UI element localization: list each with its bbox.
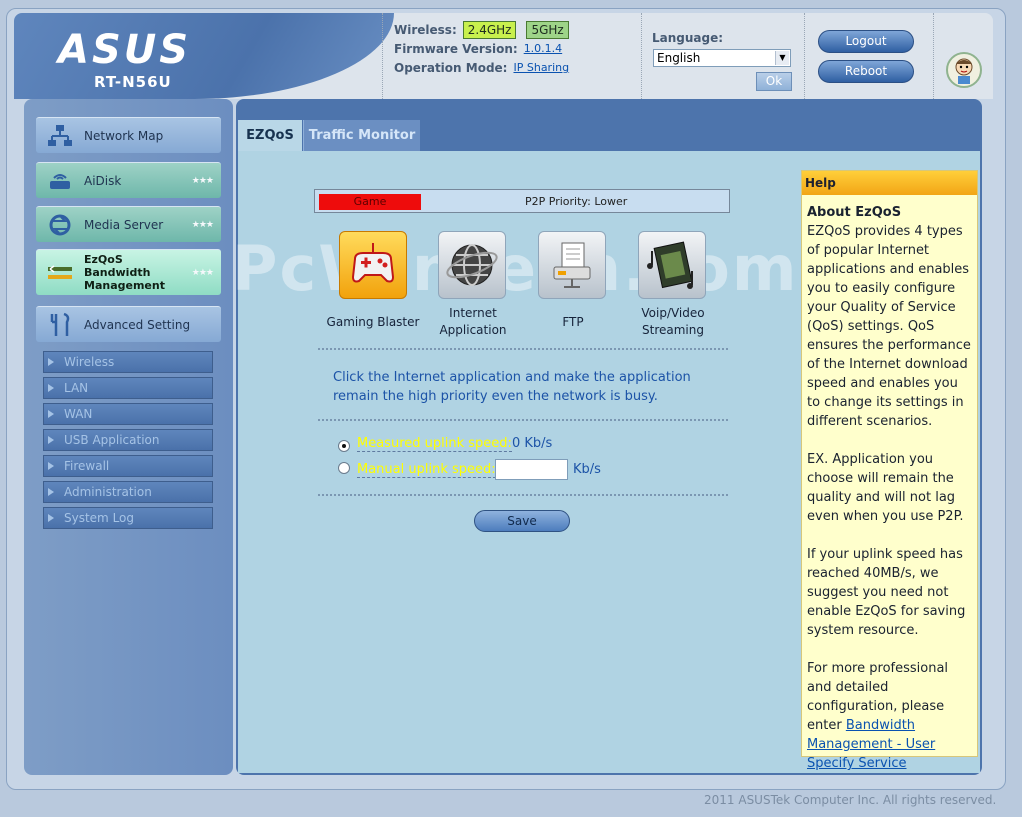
help-panel: Help About EzQoS EZQoS provides 4 types … [801,170,978,771]
user-avatar-icon [946,52,982,88]
film-music-icon [647,241,693,289]
sidebar-item-aidisk[interactable]: AiDisk ★★★ [36,162,221,198]
model-name: RT-N56U [94,73,172,91]
measured-uplink-label: Measured uplink speed: [357,436,512,452]
router-icon [46,167,74,195]
sidebar-item-media-server[interactable]: Media Server ★★★ [36,206,221,242]
bandwidth-icon [46,259,74,287]
copyright-footer: 2011 ASUSTek Computer Inc. All rights re… [704,793,997,807]
sidebar-item-network-map[interactable]: Network Map [36,117,221,153]
measured-uplink-radio[interactable] [338,440,350,452]
wireless-label: Wireless: [394,22,457,37]
subitem-label: Administration [64,485,152,499]
tab-ezqos[interactable]: EZQoS [238,120,302,151]
divider [318,348,728,350]
tools-icon [46,311,74,339]
stars-icon: ★★★ [191,267,214,278]
help-paragraph: EZQoS provides 4 types of popular Intern… [807,224,971,429]
subitem-label: Wireless [64,355,115,369]
manual-uplink-label: Manual uplink speed: [357,462,496,478]
band-5ghz-badge[interactable]: 5GHz [526,20,569,39]
header-divider [804,13,805,99]
sidebar-subitem-wireless[interactable]: Wireless [43,351,213,373]
divider [318,494,728,496]
arrow-right-icon [48,462,54,470]
gaming-blaster-button[interactable] [339,231,407,299]
subitem-label: System Log [64,511,134,525]
reboot-button[interactable]: Reboot [818,60,914,83]
language-select[interactable]: English ▼ [653,49,791,67]
watermark: PcWinTech.com [232,232,799,305]
band-24ghz-badge[interactable]: 2.4GHz [462,20,517,39]
divider [318,419,728,421]
chevron-down-icon[interactable]: ▼ [775,51,789,65]
header-divider [382,13,383,99]
sidebar-item-ezqos[interactable]: EzQoS Bandwidth Management ★★★ [36,249,221,295]
priority-fill: Game [319,194,421,210]
subitem-label: WAN [64,407,93,421]
sidebar-subitem-firewall[interactable]: Firewall [43,455,213,477]
voip-text: Voip/Video Streaming [641,306,705,337]
tab-traffic-monitor[interactable]: Traffic Monitor [303,120,420,151]
help-body: About EzQoS EZQoS provides 4 types of po… [802,195,977,773]
network-map-icon [46,122,74,150]
firmware-version-link[interactable]: 1.0.1.4 [524,42,562,55]
save-button[interactable]: Save [474,510,570,532]
gamepad-icon [351,243,395,283]
sidebar-subitem-system-log[interactable]: System Log [43,507,213,529]
ftp-server-icon [553,242,591,288]
logout-button[interactable]: Logout [818,30,914,53]
subitem-label: LAN [64,381,89,395]
help-paragraph: For more professional and detailed confi… [807,659,972,773]
sidebar-subitem-administration[interactable]: Administration [43,481,213,503]
priority-bar: Game P2P Priority: Lower [314,189,730,213]
language-ok-button[interactable]: Ok [756,72,792,91]
arrow-right-icon [48,410,54,418]
operation-mode-label: Operation Mode: [394,60,508,75]
stars-icon: ★★★ [191,175,214,186]
header-divider [933,13,934,99]
sidebar-subitem-lan[interactable]: LAN [43,377,213,399]
sidebar-subitem-wan[interactable]: WAN [43,403,213,425]
manual-uplink-radio[interactable] [338,462,350,474]
manual-uplink-input[interactable] [495,459,568,480]
arrow-right-icon [48,384,54,392]
globe-icon [446,244,498,286]
ftp-button[interactable] [538,231,606,299]
subitem-label: USB Application [64,433,160,447]
arrow-right-icon [48,436,54,444]
help-heading: About EzQoS [807,205,902,220]
media-server-icon [46,211,74,239]
help-paragraph: EX. Application you choose will remain t… [807,452,964,524]
internet-application-button[interactable] [438,231,506,299]
arrow-right-icon [48,488,54,496]
sidebar-subitem-usb-application[interactable]: USB Application [43,429,213,451]
sidebar-item-label: Media Server [84,217,164,232]
voip-video-streaming-button[interactable] [638,231,706,299]
status-info: Wireless: 2.4GHz 5GHz Firmware Version: … [394,20,569,77]
subitem-label: Firewall [64,459,110,473]
language-value: English [657,51,701,65]
help-title: Help [802,171,977,195]
arrow-right-icon [48,514,54,522]
language-label: Language: [652,31,724,45]
sidebar-item-advanced-setting[interactable]: Advanced Setting [36,306,221,342]
sidebar-item-label: EzQoS Bandwidth Management [84,253,165,292]
sidebar-item-label: Advanced Setting [84,317,191,332]
header-divider [641,13,642,99]
asus-logo: ASUS [58,27,192,73]
sidebar-item-label: Network Map [84,128,164,143]
operation-mode-link[interactable]: IP Sharing [513,61,569,74]
measured-uplink-value: 0 Kb/s [512,436,553,451]
priority-text: P2P Priority: Lower [525,195,628,208]
arrow-right-icon [48,358,54,366]
voip-label: Voip/Video Streaming [613,305,733,339]
instruction-text: Click the Internet application and make … [333,370,691,404]
sidebar-item-label: AiDisk [84,173,122,188]
manual-uplink-unit: Kb/s [573,462,601,477]
stars-icon: ★★★ [191,219,214,230]
internet-application-text: Internet Application [439,306,507,337]
help-paragraph: If your uplink speed has reached 40MB/s,… [807,547,966,638]
firmware-label: Firmware Version: [394,41,518,56]
